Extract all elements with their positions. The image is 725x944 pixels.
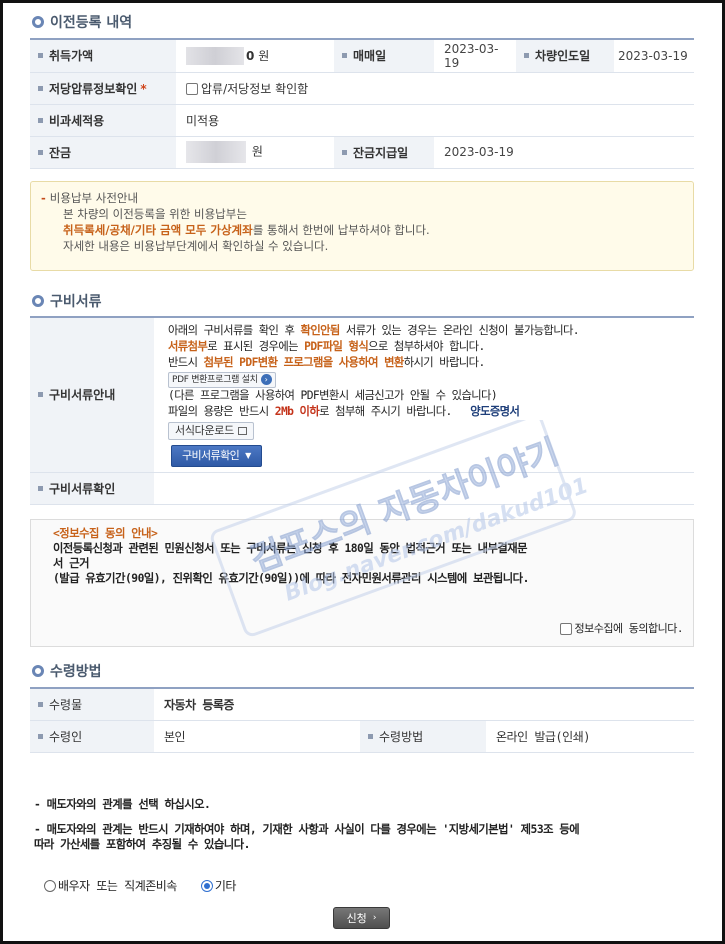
tax-exempt-value: 미적용 xyxy=(176,104,694,137)
circle-bullet-icon xyxy=(32,664,44,677)
table-row: 취득가액 0 원 매매일 2023-03-19 차량인도일 2023-03-19 xyxy=(30,40,694,73)
radio-spouse-label: 배우자 또는 직계존비속 xyxy=(58,879,177,893)
radio-other[interactable] xyxy=(200,879,213,892)
save-icon xyxy=(237,426,247,435)
delivery-date-label: 차량인도일 xyxy=(516,40,614,73)
privacy-consent-box: <정보수집 동의 안내> 이전등록신청과 관련된 민원신청서 또는 구비서류는 … xyxy=(30,518,694,647)
acq-price-label: 취득가액 xyxy=(30,40,176,73)
receive-item-label: 수령물 xyxy=(30,688,154,721)
acq-price-value: 0 원 xyxy=(176,40,334,73)
notice-line: 본 차량의 이전등록을 위한 비용납부는 xyxy=(63,206,247,221)
main-content: 이전등록 내역 취득가액 0 원 매매일 2023-03-19 차량인도일 20… xyxy=(30,0,695,753)
notice-line: 자세한 내용은 비용납부단계에서 확인하실 수 있습니다. xyxy=(63,238,329,253)
table-row: 구비서류확인 xyxy=(30,472,694,505)
seizure-check-label: 압류/저당정보 확인함 xyxy=(201,81,309,96)
redacted-amount xyxy=(186,47,244,65)
seizure-check-cell[interactable]: 압류/저당정보 확인함 xyxy=(176,72,694,105)
section-title-text: 구비서류 xyxy=(50,293,102,310)
balance-label: 잔금 xyxy=(30,136,176,169)
receive-item-value: 자동차 등록증 xyxy=(154,688,695,721)
notice-title: 비용납부 사전안내 xyxy=(49,190,139,205)
privacy-agree[interactable]: 정보수집에 동의합니다. xyxy=(559,621,684,636)
receiver-label: 수령인 xyxy=(30,720,154,753)
section-title-docs: 구비서류 xyxy=(30,289,694,313)
notice-line: 취득록세/공채/기타 금액 모두 가상계좌를 통해서 한번에 납부하셔야 합니다… xyxy=(63,222,430,237)
receive-method-label: 수령방법 xyxy=(360,720,486,753)
pdf-install-button[interactable]: PDF 변환프로그램 설치 › xyxy=(168,371,276,388)
privacy-line: 서 근거 xyxy=(53,556,89,570)
docs-table: 구비서류안내 아래의 구비서류를 확인 후 확인안됨 서류가 있는 경우는 온라… xyxy=(30,317,694,505)
tax-exempt-label: 비과세적용 xyxy=(30,104,176,137)
table-row: 수령인 본인 수령방법 온라인 발급(인쇄) xyxy=(30,720,695,753)
table-row: 구비서류안내 아래의 구비서류를 확인 후 확인안됨 서류가 있는 경우는 온라… xyxy=(30,317,694,473)
receive-method-value: 온라인 발급(인쇄) xyxy=(486,720,695,753)
relation-radio-group: 배우자 또는 직계존비속 기타 xyxy=(44,877,236,894)
privacy-agree-label: 정보수집에 동의합니다. xyxy=(574,621,684,635)
transfer-table: 취득가액 0 원 매매일 2023-03-19 차량인도일 2023-03-19… xyxy=(30,40,694,169)
redacted-amount xyxy=(186,141,246,163)
seizure-checkbox[interactable] xyxy=(186,83,198,95)
form-download-button[interactable]: 서식다운로드 xyxy=(168,421,254,440)
arrow-right-icon: › xyxy=(260,374,272,385)
chevron-right-icon: › xyxy=(372,913,377,923)
sale-date-label: 매매일 xyxy=(334,40,434,73)
delivery-date-value: 2023-03-19 xyxy=(614,40,694,73)
docs-confirm-label: 구비서류확인 xyxy=(30,472,154,505)
circle-bullet-icon xyxy=(32,16,44,28)
seizure-label: 저당압류정보확인 * xyxy=(30,72,176,105)
balance-value: 원 xyxy=(176,136,334,169)
table-row: 저당압류정보확인 * 압류/저당정보 확인함 xyxy=(30,72,694,105)
section-title-transfer: 이전등록 내역 xyxy=(30,10,694,34)
table-row: 잔금 원 잔금지급일 2023-03-19 xyxy=(30,136,694,169)
docs-guide-body: 아래의 구비서류를 확인 후 확인안됨 서류가 있는 경우는 온라인 신청이 불… xyxy=(154,317,694,473)
radio-other-label: 기타 xyxy=(214,879,237,893)
submit-button[interactable]: 신청 › xyxy=(333,907,390,929)
section-title-text: 이전등록 내역 xyxy=(50,15,133,31)
penalty-warning: - 매도자와의 관계는 반드시 기재하여야 하며, 기재한 사항과 사실이 다를… xyxy=(34,823,580,851)
balance-date-value: 2023-03-19 xyxy=(434,136,694,169)
dash-icon: - xyxy=(41,190,46,205)
payment-notice: - 비용납부 사전안내 본 차량의 이전등록을 위한 비용납부는 취득록세/공채/… xyxy=(30,180,694,271)
section-title-receive: 수령방법 xyxy=(30,659,694,683)
receive-table: 수령물 자동차 등록증 수령인 본인 수령방법 온라인 발급(인쇄) xyxy=(30,688,695,753)
section-title-text: 수령방법 xyxy=(50,663,102,680)
docs-guide-label: 구비서류안내 xyxy=(30,317,154,473)
privacy-agree-checkbox[interactable] xyxy=(559,622,572,635)
docs-confirm-value xyxy=(154,472,694,505)
table-row: 비과세적용 미적용 xyxy=(30,104,694,137)
table-row: 수령물 자동차 등록증 xyxy=(30,688,695,721)
receiver-value: 본인 xyxy=(154,720,360,753)
sale-date-value: 2023-03-19 xyxy=(434,40,516,73)
privacy-line: (발급 유효기간(90일), 진위확인 유효기간(90일))에 따라 전자민원서… xyxy=(53,571,529,585)
circle-bullet-icon xyxy=(32,294,44,307)
balance-date-label: 잔금지급일 xyxy=(334,136,434,169)
privacy-line: 이전등록신청과 관련된 민원신청서 또는 구비서류는 신청 후 180일 동안 … xyxy=(53,541,528,555)
radio-spouse[interactable] xyxy=(44,879,56,892)
chevron-down-icon: ▼ xyxy=(245,450,251,460)
relation-instruction: - 매도자와의 관계를 선택 하십시오. xyxy=(34,798,211,811)
docs-check-button[interactable]: 구비서류확인 ▼ xyxy=(171,444,262,467)
privacy-title: <정보수집 동의 안내> xyxy=(53,526,158,540)
